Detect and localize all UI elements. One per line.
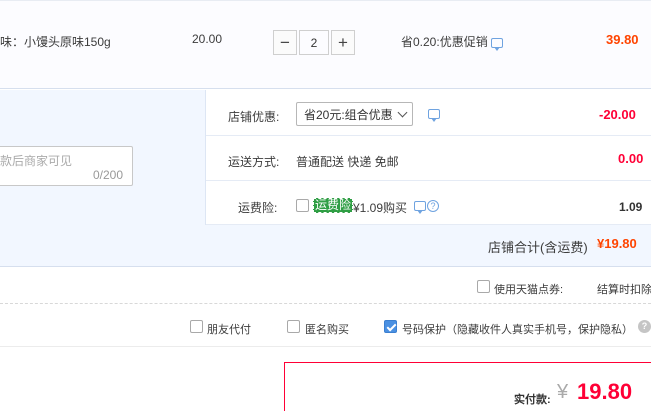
quantity-stepper: − 2 + bbox=[273, 30, 355, 55]
number-protect-label: 号码保护（隐藏收件人真实手机号，保护隐私） bbox=[402, 324, 633, 336]
message-icon[interactable] bbox=[414, 201, 426, 214]
insurance-price: ¥1.09购买 bbox=[353, 201, 408, 215]
shop-total-label: 店铺合计(含运费) bbox=[488, 240, 588, 255]
divider bbox=[206, 180, 651, 181]
shop-discount-amount: -20.00 bbox=[599, 107, 636, 122]
chevron-down-icon bbox=[397, 107, 408, 118]
message-icon[interactable] bbox=[491, 38, 503, 51]
friend-pay-checkbox[interactable] bbox=[190, 320, 203, 333]
tmall-points-label: 使用天猫点券: bbox=[494, 284, 564, 296]
divider bbox=[206, 224, 651, 225]
quantity-input[interactable]: 2 bbox=[299, 30, 329, 55]
number-protect-checkbox[interactable] bbox=[384, 320, 397, 333]
tmall-points-checkbox[interactable] bbox=[477, 280, 490, 293]
anonymous-checkbox[interactable] bbox=[287, 320, 300, 333]
insurance-amount: 1.09 bbox=[619, 200, 643, 214]
payment-label: 实付款: bbox=[514, 394, 551, 406]
friend-pay-label: 朋友代付 bbox=[207, 324, 251, 336]
memo-placeholder: 款后商家可见 bbox=[0, 154, 73, 168]
help-icon[interactable]: ? bbox=[427, 200, 439, 212]
shipping-amount: 0.00 bbox=[618, 151, 644, 166]
insurance-badge: 运费险 bbox=[313, 198, 354, 213]
insurance-label: 运费险: bbox=[238, 201, 278, 215]
item-sku-name: 味：小馒头原味150g bbox=[0, 35, 111, 49]
shop-discount-selected: 省20元:组合优惠 bbox=[304, 107, 393, 122]
message-icon[interactable] bbox=[428, 109, 440, 122]
insurance-checkbox[interactable] bbox=[296, 199, 309, 212]
anonymous-label: 匿名购买 bbox=[305, 324, 349, 336]
divider bbox=[206, 135, 651, 136]
payment-amount: 19.80 bbox=[577, 379, 633, 404]
help-icon[interactable]: ? bbox=[638, 320, 651, 333]
divider bbox=[0, 303, 651, 304]
item-unit-price: 20.00 bbox=[192, 32, 223, 46]
shop-total-value: ¥19.80 bbox=[597, 236, 637, 251]
shop-discount-select[interactable]: 省20元:组合优惠 bbox=[296, 102, 413, 126]
divider bbox=[0, 346, 651, 347]
quantity-decrease-button[interactable]: − bbox=[273, 30, 297, 55]
item-promo-text: 省0.20:优惠促销 bbox=[401, 35, 488, 49]
shipping-label: 运送方式: bbox=[228, 155, 280, 169]
shop-discount-label: 店铺优惠: bbox=[228, 110, 280, 124]
item-subtotal: 39.80 bbox=[606, 32, 639, 47]
quantity-increase-button[interactable]: + bbox=[331, 30, 355, 55]
shipping-method: 普通配送 快递 免邮 bbox=[296, 155, 399, 169]
settle-note: 结算时扣除 bbox=[597, 284, 651, 296]
payment-currency: ¥ bbox=[557, 381, 569, 403]
memo-char-count: 0/200 bbox=[93, 168, 124, 182]
